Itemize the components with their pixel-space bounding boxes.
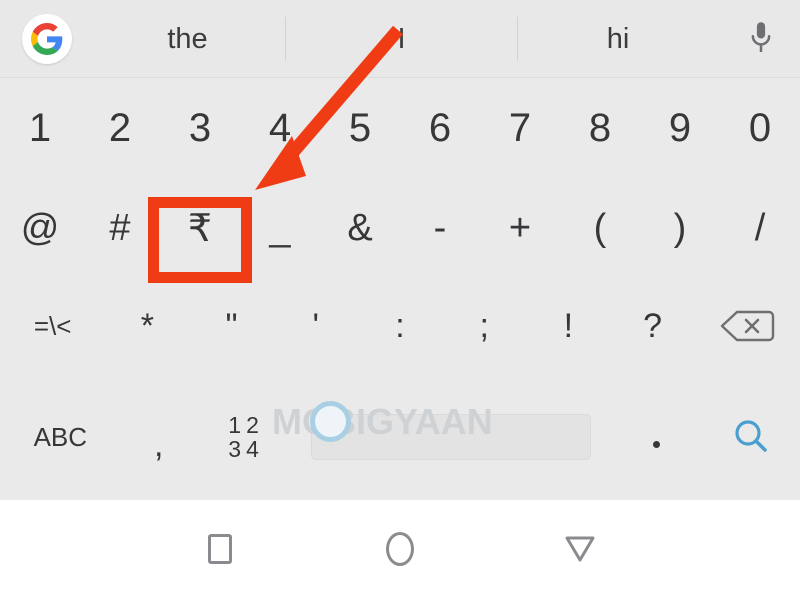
android-navigation-bar	[0, 500, 800, 597]
microphone-glyph	[751, 22, 771, 52]
key-numeric-keypad-switch[interactable]: 1 2 3 4	[197, 374, 291, 500]
key-underscore[interactable]: _	[240, 178, 320, 278]
key-3[interactable]: 3	[160, 78, 240, 178]
grid-digit-4: 4	[246, 436, 259, 462]
microphone-icon[interactable]	[722, 0, 800, 78]
suggestion-item-0[interactable]: the	[90, 0, 285, 78]
key-at[interactable]: @	[0, 178, 80, 278]
key-8[interactable]: 8	[560, 78, 640, 178]
highlight-box-rupee-key	[148, 197, 252, 283]
key-4[interactable]: 4	[240, 78, 320, 178]
key-plus[interactable]: +	[480, 178, 560, 278]
keyboard-row-bottom: ABC , 1 2 3 4	[0, 374, 800, 500]
suggestion-item-1[interactable]: I	[286, 0, 517, 78]
backspace-icon[interactable]	[695, 278, 800, 374]
key-ampersand[interactable]: &	[320, 178, 400, 278]
key-hyphen[interactable]: -	[400, 178, 480, 278]
phone-screen: the I hi 1 2 3 4 5 6 7 8 9 0 @ # ₹ _ & -…	[0, 0, 800, 597]
key-slash[interactable]: /	[720, 178, 800, 278]
key-6[interactable]: 6	[400, 78, 480, 178]
key-paren-open[interactable]: (	[560, 178, 640, 278]
triangle-back-icon	[565, 536, 595, 561]
key-double-quote[interactable]: "	[189, 278, 273, 374]
suggestion-item-2[interactable]: hi	[518, 0, 718, 78]
key-exclamation[interactable]: !	[526, 278, 610, 374]
nav-recents-button[interactable]	[130, 500, 310, 597]
key-5[interactable]: 5	[320, 78, 400, 178]
suggestion-label: hi	[606, 22, 630, 55]
nav-home-button[interactable]	[310, 500, 490, 597]
grid-digit-2: 2	[246, 412, 259, 438]
key-7[interactable]: 7	[480, 78, 560, 178]
grid-digit-3: 3	[228, 436, 242, 462]
key-0[interactable]: 0	[720, 78, 800, 178]
keyboard-row-numbers: 1 2 3 4 5 6 7 8 9 0	[0, 78, 800, 178]
key-comma[interactable]: ,	[121, 374, 197, 500]
key-paren-close[interactable]: )	[640, 178, 720, 278]
key-question[interactable]: ?	[610, 278, 694, 374]
suggestion-bar: the I hi	[0, 0, 800, 78]
spacebar-surface	[311, 414, 592, 460]
key-symbol-page-switch[interactable]: =\<	[0, 278, 105, 374]
key-2[interactable]: 2	[80, 78, 160, 178]
key-period[interactable]	[612, 374, 701, 500]
suggestion-label: the	[167, 22, 208, 55]
google-g-glyph	[31, 23, 63, 55]
keyboard-row-punctuation: =\< * " ' : ; ! ?	[0, 278, 800, 374]
keyboard-row-symbols: @ # ₹ _ & - + ( ) /	[0, 178, 800, 278]
key-semicolon[interactable]: ;	[442, 278, 526, 374]
key-asterisk[interactable]: *	[105, 278, 189, 374]
key-single-quote[interactable]: '	[274, 278, 358, 374]
nav-back-button[interactable]	[490, 500, 670, 597]
backspace-glyph	[721, 310, 775, 342]
square-recents-icon	[208, 533, 232, 564]
keyboard-panel: 1 2 3 4 5 6 7 8 9 0 @ # ₹ _ & - + ( ) / …	[0, 78, 800, 500]
google-g-icon[interactable]	[22, 14, 72, 64]
key-spacebar[interactable]	[291, 374, 613, 500]
key-abc-switch[interactable]: ABC	[0, 374, 121, 500]
grid-digit-1: 1	[228, 412, 242, 438]
key-1[interactable]: 1	[0, 78, 80, 178]
key-9[interactable]: 9	[640, 78, 720, 178]
search-icon[interactable]	[702, 374, 800, 500]
suggestion-label: I	[397, 22, 406, 55]
circle-home-icon	[386, 531, 414, 566]
key-comma-label: ,	[153, 425, 164, 464]
numeric-grid: 1 2 3 4	[228, 413, 259, 461]
search-glyph	[735, 420, 767, 452]
key-period-glyph	[653, 440, 661, 448]
key-colon[interactable]: :	[358, 278, 442, 374]
